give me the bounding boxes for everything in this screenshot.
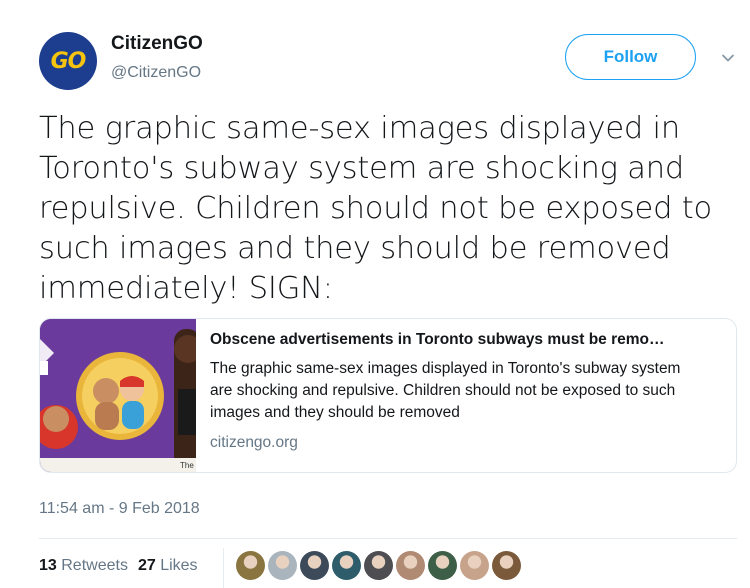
liker-avatar[interactable] [396, 551, 425, 580]
liker-avatar[interactable] [236, 551, 265, 580]
retweets-label: Retweets [61, 557, 128, 574]
divider [39, 538, 737, 539]
tweet-text: The graphic same-sex images displayed in… [39, 111, 712, 306]
tweet-timestamp[interactable]: 11:54 am - 9 Feb 2018 [39, 500, 200, 518]
liker-avatars [236, 551, 521, 580]
card-thumbnail: The [40, 319, 196, 472]
card-domain[interactable]: citizengo.org [210, 434, 722, 452]
citizengo-logo: GO [50, 48, 87, 74]
liker-avatar[interactable] [428, 551, 457, 580]
display-name[interactable]: CitizenGO [111, 33, 203, 55]
card-body[interactable]: Obscene advertisements in Toronto subway… [196, 319, 736, 472]
likes-label: Likes [160, 557, 198, 574]
card-description: The graphic same-sex images displayed in… [210, 360, 681, 421]
card-illustration: The [40, 319, 196, 472]
stats-separator [223, 548, 224, 588]
card-image-caption: The [180, 461, 194, 470]
tweet-stats: 13 Retweets 27 Likes [39, 557, 198, 575]
card-title[interactable]: Obscene advertisements in Toronto subway… [210, 331, 722, 349]
likes-stat[interactable]: 27 Likes [138, 557, 198, 575]
screen-name[interactable]: @CitizenGO [111, 64, 201, 82]
liker-avatar[interactable] [268, 551, 297, 580]
link-card[interactable]: The Obscene advertisements in Toronto su… [39, 318, 737, 473]
avatar[interactable]: GO [39, 32, 97, 90]
likes-count: 27 [137, 557, 156, 574]
follow-button[interactable]: Follow [565, 34, 696, 80]
liker-avatar[interactable] [300, 551, 329, 580]
retweets-stat[interactable]: 13 Retweets [39, 557, 128, 575]
liker-avatar[interactable] [332, 551, 361, 580]
liker-avatar[interactable] [460, 551, 489, 580]
liker-avatar[interactable] [492, 551, 521, 580]
caret-down-icon[interactable] [720, 50, 736, 66]
retweets-count: 13 [39, 557, 57, 574]
liker-avatar[interactable] [364, 551, 393, 580]
